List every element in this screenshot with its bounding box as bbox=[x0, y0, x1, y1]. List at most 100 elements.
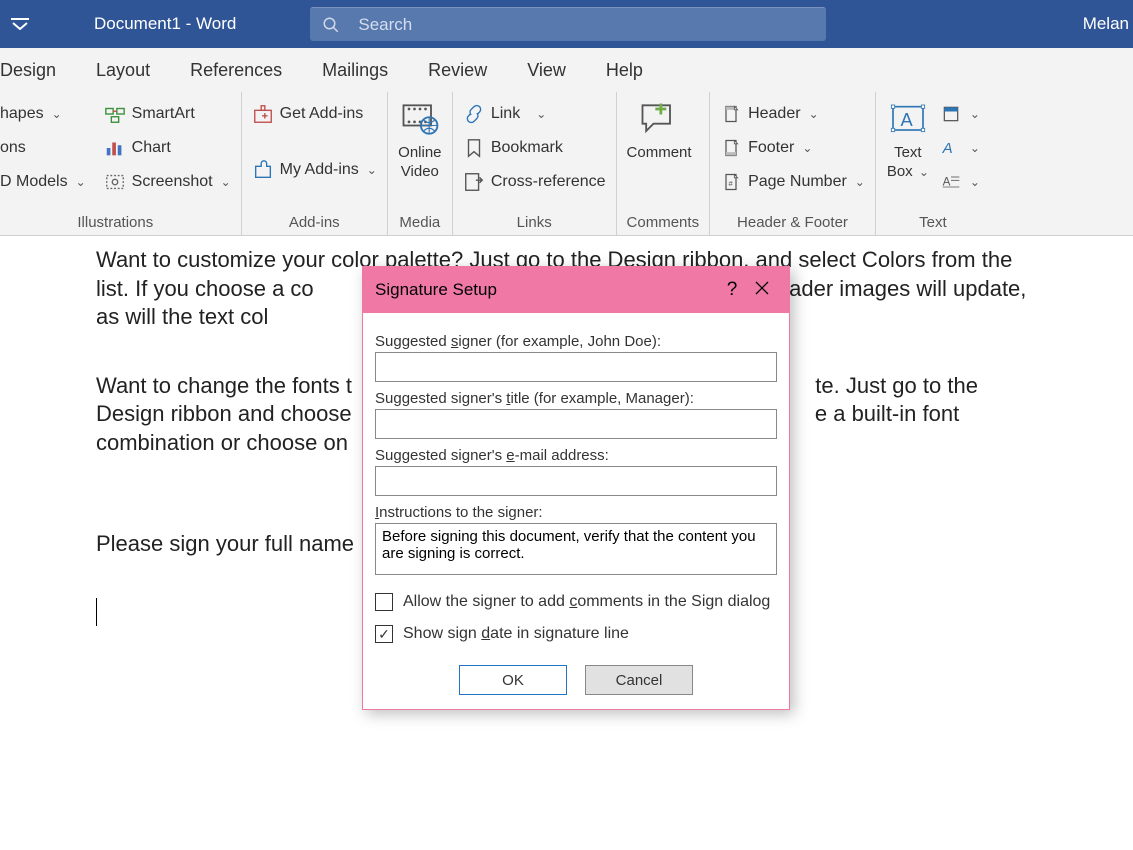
group-links: Link⌄ Bookmark Cross-reference Links bbox=[453, 92, 617, 235]
page-number-icon: # bbox=[720, 171, 742, 193]
bookmark-button[interactable]: Bookmark bbox=[463, 132, 606, 164]
svg-text:A: A bbox=[943, 175, 951, 188]
screenshot-button[interactable]: Screenshot⌄ bbox=[104, 166, 231, 198]
group-header-footer: Header⌄ Footer⌄ # Page Number⌄ Header & … bbox=[710, 92, 876, 235]
3d-models-button[interactable]: D Models⌄ bbox=[0, 166, 86, 198]
signer-title-label: Suggested signer's title (for example, M… bbox=[375, 390, 777, 407]
comment-icon bbox=[637, 98, 681, 142]
signer-label: Suggested signer (for example, John Doe)… bbox=[375, 333, 777, 350]
shapes-button[interactable]: hapes⌄ bbox=[0, 98, 86, 130]
qat-dropdown[interactable] bbox=[0, 18, 40, 30]
crossref-icon bbox=[463, 171, 485, 193]
smartart-button[interactable]: SmartArt bbox=[104, 98, 231, 130]
online-video-icon bbox=[398, 98, 442, 142]
svg-text:#: # bbox=[729, 179, 734, 188]
text-box-button[interactable]: A Text Box ⌄ bbox=[886, 98, 930, 198]
ok-button[interactable]: OK bbox=[459, 665, 567, 695]
qat-chevron-icon bbox=[11, 18, 29, 30]
ribbon: hapes⌄ ons D Models⌄ SmartArt Chart Scre… bbox=[0, 92, 1133, 236]
wordart-button[interactable]: A⌄ bbox=[940, 132, 980, 164]
wordart-icon: A bbox=[940, 137, 962, 159]
instructions-input[interactable] bbox=[375, 523, 777, 575]
header-icon bbox=[720, 103, 742, 125]
chevron-down-icon: ⌄ bbox=[855, 175, 865, 189]
document-title: Document1 - Word bbox=[94, 14, 236, 34]
signature-setup-dialog: Signature Setup ? Suggested signer (for … bbox=[362, 266, 790, 710]
svg-text:A: A bbox=[942, 140, 953, 157]
chart-icon bbox=[104, 137, 126, 159]
group-label: Comments bbox=[627, 214, 700, 235]
link-button[interactable]: Link⌄ bbox=[463, 98, 606, 130]
store-icon bbox=[252, 103, 274, 125]
cross-reference-button[interactable]: Cross-reference bbox=[463, 166, 606, 198]
quick-parts-button[interactable]: ⌄ bbox=[940, 98, 980, 130]
chevron-down-icon: ⌄ bbox=[970, 141, 980, 155]
group-illustrations: hapes⌄ ons D Models⌄ SmartArt Chart Scre… bbox=[0, 92, 242, 235]
title-bar: Document1 - Word Search Melan bbox=[0, 0, 1133, 48]
chevron-down-icon: ⌄ bbox=[919, 165, 929, 179]
chevron-down-icon: ⌄ bbox=[970, 107, 980, 121]
dialog-titlebar[interactable]: Signature Setup ? bbox=[363, 267, 789, 313]
online-video-button[interactable]: Online Video bbox=[398, 98, 442, 180]
group-label: Links bbox=[463, 214, 606, 235]
textbox-icon: A bbox=[886, 98, 930, 142]
close-icon bbox=[755, 281, 769, 295]
chevron-down-icon: ⌄ bbox=[52, 107, 62, 121]
text-cursor bbox=[96, 598, 97, 626]
group-label: Text bbox=[886, 214, 980, 235]
checkbox-icon bbox=[375, 593, 393, 611]
group-comments: Comment Comments bbox=[617, 92, 711, 235]
signer-email-input[interactable] bbox=[375, 466, 777, 496]
header-button[interactable]: Header⌄ bbox=[720, 98, 865, 130]
group-text: A Text Box ⌄ ⌄ A⌄ A⌄ Text bbox=[876, 92, 990, 235]
signer-input[interactable] bbox=[375, 352, 777, 382]
account-name[interactable]: Melan bbox=[1083, 14, 1133, 34]
search-placeholder: Search bbox=[358, 15, 412, 35]
signer-title-input[interactable] bbox=[375, 409, 777, 439]
search-icon bbox=[322, 16, 340, 34]
screenshot-icon bbox=[104, 171, 126, 193]
tab-references[interactable]: References bbox=[190, 60, 282, 81]
help-button[interactable]: ? bbox=[717, 279, 747, 301]
chevron-down-icon: ⌄ bbox=[76, 175, 86, 189]
comment-button[interactable]: Comment bbox=[627, 98, 692, 161]
tab-view[interactable]: View bbox=[527, 60, 566, 81]
group-label: Header & Footer bbox=[720, 214, 865, 235]
chevron-down-icon: ⌄ bbox=[367, 163, 377, 177]
chevron-down-icon: ⌄ bbox=[809, 107, 819, 121]
icons-button[interactable]: ons bbox=[0, 132, 86, 164]
tab-design[interactable]: Design bbox=[0, 60, 56, 81]
chevron-down-icon: ⌄ bbox=[221, 175, 231, 189]
group-label: Illustrations bbox=[0, 214, 231, 235]
tab-layout[interactable]: Layout bbox=[96, 60, 150, 81]
cancel-button[interactable]: Cancel bbox=[585, 665, 693, 695]
tab-help[interactable]: Help bbox=[606, 60, 643, 81]
ribbon-tabs: Design Layout References Mailings Review… bbox=[0, 48, 1133, 92]
allow-comments-checkbox[interactable]: Allow the signer to add comments in the … bbox=[375, 593, 777, 611]
show-date-checkbox[interactable]: ✓ Show sign date in signature line bbox=[375, 625, 777, 643]
tab-mailings[interactable]: Mailings bbox=[322, 60, 388, 81]
addins-icon bbox=[252, 159, 274, 181]
checkbox-checked-icon: ✓ bbox=[375, 625, 393, 643]
tab-review[interactable]: Review bbox=[428, 60, 487, 81]
bookmark-icon bbox=[463, 137, 485, 159]
instructions-label: Instructions to the signer: bbox=[375, 504, 777, 521]
search-box[interactable]: Search bbox=[310, 7, 826, 41]
get-addins-button[interactable]: Get Add-ins bbox=[252, 98, 377, 130]
quick-parts-icon bbox=[940, 103, 962, 125]
group-media: Online Video Media bbox=[388, 92, 453, 235]
group-label: Media bbox=[398, 214, 442, 235]
dialog-title: Signature Setup bbox=[375, 280, 497, 300]
footer-button[interactable]: Footer⌄ bbox=[720, 132, 865, 164]
dropcap-icon: A bbox=[940, 171, 962, 193]
drop-cap-button[interactable]: A⌄ bbox=[940, 166, 980, 198]
close-button[interactable] bbox=[747, 279, 777, 301]
svg-text:A: A bbox=[900, 109, 913, 130]
chevron-down-icon: ⌄ bbox=[536, 107, 546, 121]
my-addins-button[interactable]: My Add-ins⌄ bbox=[252, 154, 377, 186]
page-number-button[interactable]: # Page Number⌄ bbox=[720, 166, 865, 198]
group-addins: Get Add-ins My Add-ins⌄ Add-ins bbox=[242, 92, 388, 235]
footer-icon bbox=[720, 137, 742, 159]
signer-email-label: Suggested signer's e-mail address: bbox=[375, 447, 777, 464]
chart-button[interactable]: Chart bbox=[104, 132, 231, 164]
